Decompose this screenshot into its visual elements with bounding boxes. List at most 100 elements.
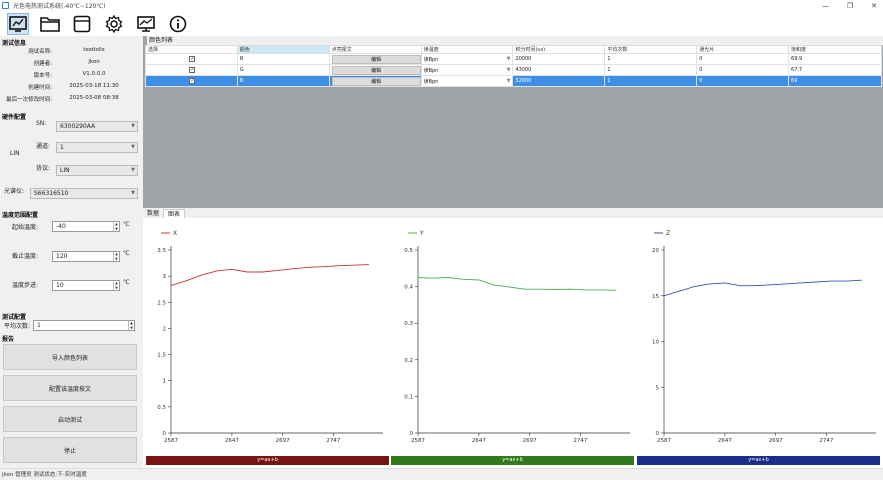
fit-formula-bar-z: y=ax+b: [637, 456, 880, 465]
saturation-cell: 69.9: [788, 53, 882, 65]
sn-label: SN:: [36, 120, 47, 127]
app-icon: [2, 2, 9, 9]
edit-cell: 编辑: [328, 75, 422, 87]
select-cell[interactable]: ✓: [145, 64, 238, 76]
spin-arrows-icon[interactable]: ▲ ▼: [113, 281, 119, 290]
chart-monitor-icon: [9, 15, 27, 32]
read-temp-select[interactable]: 读Bpn ▼: [420, 75, 514, 87]
avg-count-label: 平均次数:: [4, 323, 31, 330]
edit-button[interactable]: 编辑: [331, 54, 421, 64]
chart-monitor-button[interactable]: [7, 12, 29, 35]
checkbox[interactable]: ✓: [189, 56, 196, 62]
color-cell[interactable]: B: [236, 75, 330, 87]
gear-icon: [105, 14, 123, 33]
channel-select[interactable]: 1 ▼: [56, 142, 138, 153]
start-temp-input[interactable]: -40 ▲ ▼: [52, 221, 120, 232]
x-tick-label: 2747: [573, 438, 587, 444]
integration-cell[interactable]: 20000: [512, 53, 606, 65]
sn-select[interactable]: 6300290AA ▼: [56, 121, 138, 132]
title-bar: 光色电热测试系统(-40℃~120℃) — ❐ ✕: [0, 0, 883, 11]
y-tick-label: 20: [652, 248, 659, 254]
save-button[interactable]: [71, 13, 93, 35]
y-tick-label: 0.5: [157, 405, 166, 411]
integration-cell[interactable]: 52000: [512, 75, 606, 87]
column-header[interactable]: 颜色: [236, 45, 330, 54]
column-header[interactable]: 平均次数: [604, 45, 698, 54]
stop-button[interactable]: 停止: [3, 437, 137, 463]
filter-cell[interactable]: 0: [696, 53, 790, 65]
avg-cell[interactable]: 1: [604, 75, 698, 87]
edit-button[interactable]: 编辑: [331, 76, 421, 86]
integration-cell[interactable]: 43000: [512, 64, 606, 76]
spin-arrows-icon[interactable]: ▲ ▼: [113, 252, 119, 261]
import-colors-button[interactable]: 导入颜色列表: [3, 344, 137, 370]
x-tick-label: 2647: [225, 438, 239, 444]
bottom-tabs: 数据 图表: [143, 209, 186, 218]
monitor-button[interactable]: [135, 13, 157, 35]
color-cell[interactable]: G: [236, 64, 330, 76]
about-button[interactable]: [167, 13, 189, 35]
read-temp-select[interactable]: 读Bpn ▼: [420, 64, 514, 76]
column-header[interactable]: 积分时间(us): [512, 45, 606, 54]
x-tick-label: 2647: [472, 438, 486, 444]
edit-button[interactable]: 编辑: [331, 65, 421, 75]
column-header[interactable]: 点亮报文: [328, 45, 422, 54]
checkbox[interactable]: ✓: [189, 67, 196, 73]
modified-time-label: 最后一次修改时间:: [6, 97, 52, 103]
legend-label: X: [173, 230, 177, 237]
window-title: 光色电热测试系统(-40℃~120℃): [13, 3, 106, 10]
end-temp-input[interactable]: 120 ▲ ▼: [52, 251, 120, 262]
step-temp-input[interactable]: 10 ▲ ▼: [52, 280, 120, 291]
chevron-down-icon: ▼: [131, 167, 135, 173]
configure-message-button[interactable]: 配置该温度按文: [3, 375, 137, 401]
y-tick-label: 0.1: [404, 394, 413, 400]
x-tick-label: 2747: [819, 438, 833, 444]
avg-count-input[interactable]: 1 ▲ ▼: [33, 320, 135, 331]
protocol-select[interactable]: LIN ▼: [56, 165, 138, 176]
fit-formula-bar-x: y=ax+b: [146, 456, 389, 465]
color-cell[interactable]: R: [236, 53, 330, 65]
close-button[interactable]: ✕: [871, 2, 877, 10]
start-test-button[interactable]: 启动测试: [3, 406, 137, 432]
y-tick-label: 0.5: [404, 248, 413, 254]
toolbar: [0, 11, 883, 36]
version-value: V1.0.0.0: [82, 71, 106, 77]
spin-arrows-icon[interactable]: ▲ ▼: [128, 321, 134, 330]
column-header[interactable]: 通光片: [696, 45, 790, 54]
end-temp-value: 120: [56, 253, 68, 260]
column-header[interactable]: 饱和度: [788, 45, 882, 54]
y-tick-label: 1.5: [157, 353, 166, 359]
filter-cell[interactable]: 0: [696, 75, 790, 87]
edit-cell: 编辑: [328, 64, 422, 76]
tab-chart[interactable]: 图表: [163, 209, 186, 218]
spin-arrows-icon[interactable]: ▲ ▼: [113, 222, 119, 231]
table-row[interactable]: ✓ G 编辑 读Bpn ▼ 43000 1 0 67.7: [145, 64, 882, 76]
column-header[interactable]: 读温度: [420, 45, 514, 54]
chevron-down-icon: ▼: [131, 144, 135, 150]
minimize-button[interactable]: —: [822, 2, 829, 10]
chevron-down-icon: ▼: [131, 123, 135, 129]
select-cell[interactable]: ✓: [145, 75, 238, 87]
temperature-title: 温度范围配置: [2, 212, 39, 219]
settings-button[interactable]: [103, 13, 125, 35]
open-folder-button[interactable]: [39, 13, 61, 35]
column-header[interactable]: 选择: [145, 45, 238, 54]
avg-cell[interactable]: 1: [604, 64, 698, 76]
test-name-value: testlolis: [83, 47, 105, 53]
hardware-title: 硬件配置: [2, 114, 27, 121]
filter-cell[interactable]: 0: [696, 64, 790, 76]
checkbox[interactable]: ✓: [189, 78, 196, 84]
legend-label: Y: [419, 230, 424, 237]
save-icon: [73, 15, 91, 32]
y-tick-label: 15: [652, 294, 659, 300]
left-panel: 测试信息 测试名称: testlolis 创建者: jkon 版本号: V1.0…: [0, 36, 141, 468]
select-cell[interactable]: ✓: [145, 53, 238, 65]
maximize-button[interactable]: ❐: [847, 2, 853, 10]
avg-cell[interactable]: 1: [604, 53, 698, 65]
tab-data[interactable]: 数据: [143, 209, 163, 218]
table-row[interactable]: ✓ B 编辑 读Bpn ▼ 52000 1 0 69: [145, 75, 882, 87]
folder-icon: [40, 16, 60, 32]
read-temp-select[interactable]: 读Bpn ▼: [420, 53, 514, 65]
table-row[interactable]: ✓ R 编辑 读Bpn ▼ 20000 1 0 69.9: [145, 53, 882, 65]
spectrometer-select[interactable]: S66316510 ▼: [30, 188, 138, 199]
